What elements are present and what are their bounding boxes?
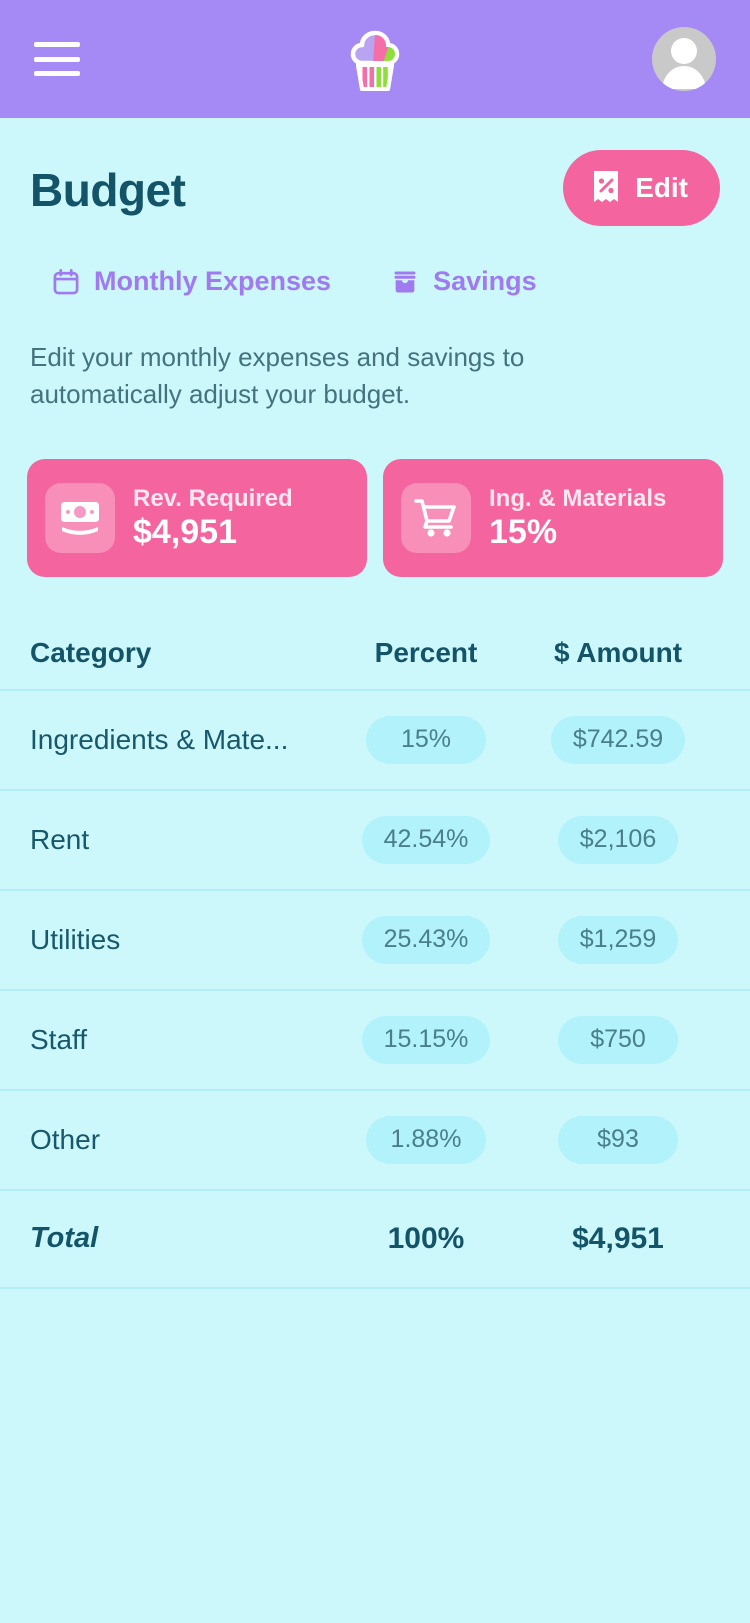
- stat-card-ingredients-materials[interactable]: Ing. & Materials 15%: [383, 459, 723, 577]
- stat-card-text: Rev. Required $4,951: [133, 485, 293, 551]
- row-category: Other: [30, 1124, 100, 1155]
- budget-screen: Budget Edit Monthly Expenses: [0, 0, 750, 1623]
- cupcake-logo-icon[interactable]: [338, 24, 412, 98]
- budget-table: Category Percent $ Amount Ingredients & …: [0, 617, 750, 1289]
- row-percent-pill[interactable]: 15%: [366, 716, 486, 764]
- row-amount-pill[interactable]: $2,106: [558, 816, 678, 864]
- tab-bar: Monthly Expenses Savings: [0, 226, 750, 297]
- row-percent-pill[interactable]: 1.88%: [366, 1116, 486, 1164]
- row-category: Staff: [30, 1024, 87, 1055]
- row-category: Ingredients & Mate...: [30, 724, 288, 755]
- banknotes-icon: [45, 483, 115, 553]
- column-header-amount: $ Amount: [554, 637, 682, 669]
- table-row[interactable]: Utilities 25.43% $1,259: [0, 889, 750, 989]
- stat-card-label: Ing. & Materials: [489, 485, 666, 513]
- archive-box-icon: [391, 268, 419, 296]
- column-header-category: Category: [30, 637, 151, 668]
- hamburger-bar: [34, 42, 80, 47]
- row-amount-pill[interactable]: $93: [558, 1116, 678, 1164]
- calendar-icon: [52, 268, 80, 296]
- total-amount: $4,951: [572, 1222, 664, 1256]
- stat-card-text: Ing. & Materials 15%: [489, 485, 666, 551]
- row-category: Rent: [30, 824, 89, 855]
- row-category: Utilities: [30, 924, 120, 955]
- table-row[interactable]: Staff 15.15% $750: [0, 989, 750, 1089]
- shopping-cart-icon-svg: [413, 497, 459, 539]
- user-avatar-icon[interactable]: [652, 27, 716, 91]
- table-row[interactable]: Rent 42.54% $2,106: [0, 789, 750, 889]
- row-amount-pill[interactable]: $742.59: [551, 716, 685, 764]
- top-app-bar: [0, 0, 750, 118]
- table-row[interactable]: Ingredients & Mate... 15% $742.59: [0, 689, 750, 789]
- tab-savings[interactable]: Savings: [391, 266, 537, 297]
- total-label: Total: [30, 1222, 98, 1254]
- row-percent-pill[interactable]: 25.43%: [362, 916, 491, 964]
- page-filler: [0, 1289, 750, 1623]
- tab-monthly-expenses[interactable]: Monthly Expenses: [52, 266, 331, 297]
- table-header-row: Category Percent $ Amount: [0, 617, 750, 689]
- stat-card-row: Rev. Required $4,951 Ing. & Materials 15…: [0, 413, 750, 577]
- row-amount-pill[interactable]: $750: [558, 1016, 678, 1064]
- table-row[interactable]: Other 1.88% $93: [0, 1089, 750, 1189]
- hamburger-menu-icon[interactable]: [34, 42, 80, 76]
- edit-button[interactable]: Edit: [563, 150, 720, 226]
- cupcake-logo-svg: [343, 28, 407, 94]
- row-percent-pill[interactable]: 42.54%: [362, 816, 491, 864]
- page-title: Budget: [30, 166, 185, 214]
- hamburger-bar: [34, 71, 80, 76]
- receipt-percent-icon: [589, 169, 623, 207]
- tab-savings-label: Savings: [433, 266, 537, 297]
- stat-card-value: 15%: [489, 515, 666, 551]
- page-header: Budget Edit: [0, 118, 750, 226]
- page-description: Edit your monthly expenses and savings t…: [0, 297, 600, 413]
- stat-card-value: $4,951: [133, 515, 293, 551]
- tab-monthly-expenses-label: Monthly Expenses: [94, 266, 331, 297]
- avatar-silhouette-icon: [652, 27, 716, 91]
- edit-button-label: Edit: [635, 172, 688, 204]
- row-percent-pill[interactable]: 15.15%: [362, 1016, 491, 1064]
- total-percent: 100%: [388, 1222, 465, 1256]
- stat-card-rev-required[interactable]: Rev. Required $4,951: [27, 459, 367, 577]
- shopping-cart-icon: [401, 483, 471, 553]
- banknotes-icon-svg: [57, 498, 103, 538]
- stat-card-label: Rev. Required: [133, 485, 293, 513]
- table-total-row: Total 100% $4,951: [0, 1189, 750, 1289]
- row-amount-pill[interactable]: $1,259: [558, 916, 678, 964]
- column-header-percent: Percent: [375, 637, 478, 669]
- hamburger-bar: [34, 57, 80, 62]
